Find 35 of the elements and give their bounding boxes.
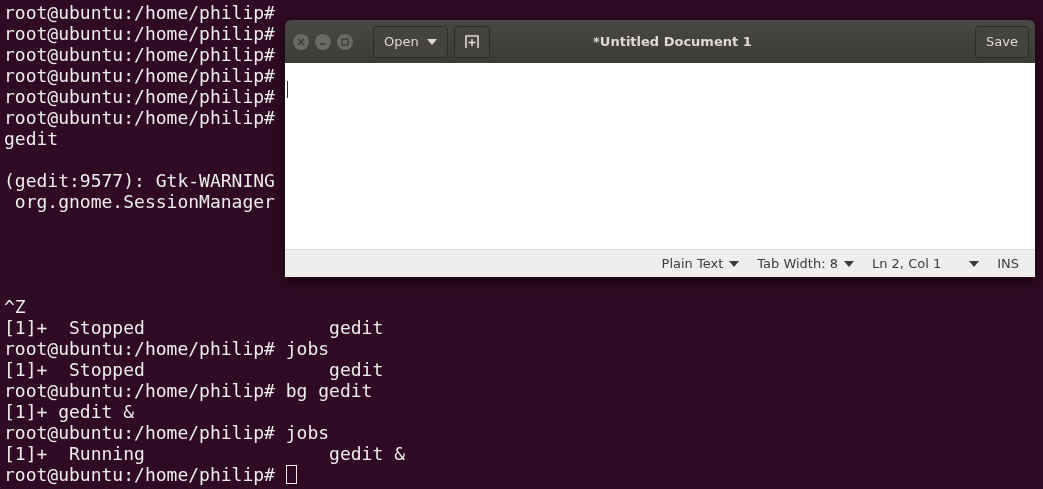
window-title: *Untitled Document 1 (592, 34, 753, 49)
caret-icon (426, 38, 437, 45)
new-document-icon (464, 34, 479, 49)
terminal-line: ^Z (4, 296, 26, 317)
caret-icon (844, 260, 854, 267)
terminal-line: root@ubuntu:/home/philip# (4, 2, 275, 23)
close-icon[interactable] (293, 33, 309, 50)
terminal-line: [1]+ Stopped gedit (4, 359, 384, 380)
terminal-line: root@ubuntu:/home/philip# bg gedit (4, 380, 373, 401)
maximize-icon[interactable] (337, 33, 353, 50)
terminal-line: root@ubuntu:/home/philip# (4, 107, 275, 128)
minimize-icon[interactable] (315, 33, 331, 50)
terminal-line: root@ubuntu:/home/philip# jobs (4, 338, 330, 359)
terminal-line: root@ubuntu:/home/philip# (4, 86, 275, 107)
terminal-line: [1]+ Running gedit & (4, 443, 405, 464)
terminal-line: root@ubuntu:/home/philip# (4, 44, 275, 65)
terminal-line: root@ubuntu:/home/philip# (4, 464, 275, 485)
new-tab-button[interactable] (453, 25, 490, 58)
insert-mode: INS (997, 256, 1019, 271)
terminal-line: [1]+ Stopped gedit (4, 317, 384, 338)
tab-width-selector[interactable]: Tab Width: 8 (757, 256, 854, 271)
language-selector[interactable]: Plain Text (661, 256, 740, 271)
terminal-line: gedit (4, 128, 59, 149)
caret-icon (729, 260, 740, 267)
terminal-line: root@ubuntu:/home/philip# jobs (4, 422, 330, 443)
caret-icon (969, 260, 980, 267)
terminal-line: [1]+ gedit & (4, 401, 135, 422)
terminal-line: org.gnome.SessionManager (13, 191, 275, 212)
save-button[interactable]: Save (975, 25, 1029, 58)
terminal-line: root@ubuntu:/home/philip# (4, 23, 275, 44)
terminal-line: root@ubuntu:/home/philip# (4, 65, 275, 86)
text-editor-area[interactable] (285, 63, 1035, 249)
terminal-line: (gedit:9577): Gtk-WARNING (4, 170, 275, 191)
open-button[interactable]: Open (373, 25, 448, 58)
cursor-position-selector[interactable]: Ln 2, Col 1 (872, 256, 980, 271)
